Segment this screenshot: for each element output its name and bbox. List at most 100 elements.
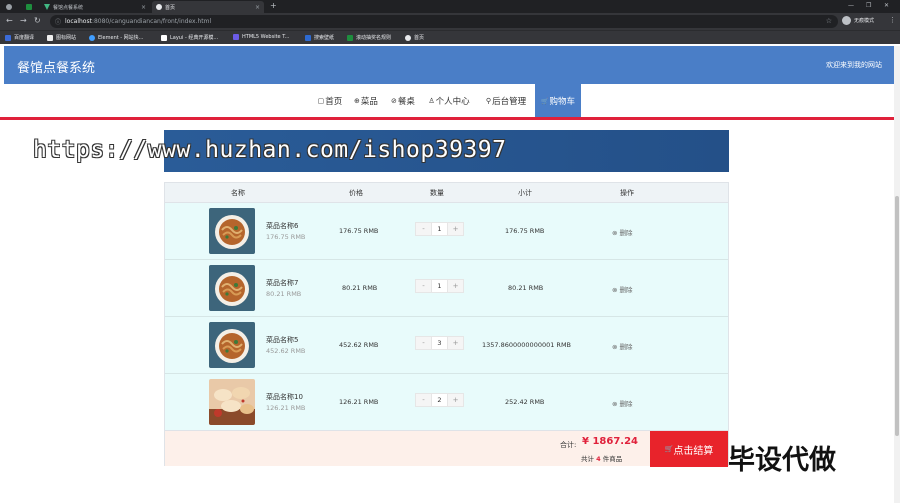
bookmark-item[interactable]: Element - 网站快... (89, 34, 143, 41)
cart-row: 菜品名称10 126.21 RMB 126.21 RMB - 2 + 252.4… (165, 374, 728, 431)
address-url[interactable]: localhost:8080/canguandiancan/front/inde… (65, 18, 211, 25)
quantity-input[interactable]: 2 (431, 394, 448, 406)
bookmark-label: 百度翻译 (14, 35, 35, 41)
globe-icon (156, 4, 162, 10)
bookmark-icon (5, 34, 11, 41)
bookmark-item[interactable]: 百度翻译 (5, 34, 34, 41)
checkout-button[interactable]: 🛒 点击结算 (650, 431, 728, 467)
nav-item-profile[interactable]: ♙ 个人中心 (424, 84, 474, 118)
browser-tab-strip: 餐馆点餐系统 × 首页 × + — ❐ ✕ (0, 0, 900, 13)
dish-name: 菜品名称10 (266, 393, 303, 401)
decrease-button[interactable]: - (416, 223, 431, 235)
quantity-stepper: - 1 + (415, 279, 464, 293)
quantity-input[interactable]: 1 (431, 280, 448, 292)
bookmark-item[interactable]: HTML5 Website T... (233, 34, 289, 40)
trash-icon: ⊗ (612, 229, 620, 237)
cart-row: 菜品名称7 80.21 RMB 80.21 RMB - 1 + 80.21 RM… (165, 260, 728, 317)
increase-button[interactable]: + (448, 337, 463, 349)
reload-icon[interactable]: ↻ (34, 16, 41, 25)
bookmark-item[interactable]: Layui - 经典开源模... (161, 34, 218, 41)
nav-item-cart[interactable]: 🛒 购物车 (535, 84, 581, 118)
scrollbar-thumb[interactable] (895, 196, 899, 436)
browser-menu-icon[interactable]: ⋮ (889, 16, 896, 24)
increase-button[interactable]: + (448, 280, 463, 292)
trash-icon: ⊗ (612, 400, 620, 408)
delete-button[interactable]: ⊗ 删除 (612, 398, 633, 408)
close-window-icon[interactable]: ✕ (884, 2, 889, 9)
total-value: ¥ 1867.24 (582, 436, 638, 447)
browser-tab[interactable]: 餐馆点餐系统 × (40, 1, 150, 13)
quantity-input[interactable]: 1 (431, 223, 448, 235)
profile-label: 无痕模式 (854, 18, 875, 24)
browser-tab-pinned-2[interactable] (22, 1, 36, 13)
profile-button[interactable]: 无痕模式 (842, 16, 874, 25)
forward-arrow-icon[interactable]: → (20, 16, 27, 25)
info-icon[interactable]: ⓘ (55, 17, 61, 26)
back-arrow-icon[interactable]: ← (6, 16, 13, 25)
cart-icon: 🛒 (664, 445, 674, 453)
column-header-qty: 数量 (430, 189, 444, 197)
page-scrollbar[interactable] (894, 46, 900, 503)
minimize-icon[interactable]: — (848, 2, 854, 9)
dish-unit-price: 126.21 RMB (266, 404, 306, 412)
delete-button[interactable]: ⊗ 删除 (612, 227, 633, 237)
bookmark-item[interactable]: 滚动抽奖名规则 (347, 34, 391, 41)
increase-button[interactable]: + (448, 394, 463, 406)
subtotal-cell: 252.42 RMB (505, 398, 545, 406)
bookmark-label: Layui - 经典开源模... (170, 35, 219, 41)
subtotal-cell: 1357.8600000000001 RMB (482, 341, 572, 349)
price-cell: 176.75 RMB (339, 227, 379, 235)
total-label: 合计: (560, 441, 577, 449)
cart-table: 名称 价格 数量 小计 操作 菜品名称6 176.75 RMB 176.75 R… (164, 182, 729, 467)
bookmark-star-icon[interactable]: ☆ (826, 17, 832, 25)
dish-icon: ⊕ (354, 97, 360, 105)
nav-item-admin[interactable]: ⚲ 后台管理 (480, 84, 532, 118)
browser-tab-active[interactable]: 首页 × (152, 1, 264, 13)
bookmark-item[interactable]: 图标网站 (47, 34, 76, 41)
restore-icon[interactable]: ❐ (866, 2, 871, 9)
globe-icon (6, 4, 12, 10)
column-header-action: 操作 (620, 189, 634, 197)
close-tab-icon[interactable]: × (255, 4, 260, 11)
site-title: 餐馆点餐系统 (17, 61, 96, 76)
site-header: 餐馆点餐系统 欢迎来到我的网站 (4, 46, 894, 84)
delete-button[interactable]: ⊗ 删除 (612, 341, 633, 351)
price-cell: 80.21 RMB (342, 284, 378, 292)
bookmark-label: Element - 网站快... (98, 35, 144, 41)
address-bar[interactable]: ⓘ localhost:8080/canguandiancan/front/in… (50, 15, 838, 28)
quantity-input[interactable]: 3 (431, 337, 448, 349)
cart-row: 菜品名称5 452.62 RMB 452.62 RMB - 3 + 1357.8… (165, 317, 728, 374)
nav-item-tables[interactable]: ⊘ 餐桌 (387, 84, 419, 118)
delete-button[interactable]: ⊗ 删除 (612, 284, 633, 294)
decrease-button[interactable]: - (416, 394, 431, 406)
column-header-price: 价格 (349, 189, 363, 197)
cart-row: 菜品名称6 176.75 RMB 176.75 RMB - 1 + 176.75… (165, 203, 728, 260)
app-icon (26, 4, 32, 10)
vue-icon (44, 4, 50, 10)
bookmark-item[interactable]: 搜索壁纸 (305, 34, 334, 41)
column-header-name: 名称 (231, 189, 245, 197)
dish-image (209, 322, 255, 368)
link-icon: ⚲ (485, 97, 492, 105)
bookmark-label: 首页 (414, 35, 425, 41)
bookmark-item[interactable]: 首页 (405, 34, 424, 41)
dish-image (209, 208, 255, 254)
bookmark-icon (161, 34, 167, 41)
quantity-stepper: - 2 + (415, 393, 464, 407)
cart-icon: 🛒 (541, 97, 549, 105)
close-tab-icon[interactable]: × (141, 4, 146, 11)
bookmark-icon (347, 34, 353, 41)
cart-table-header: 名称 价格 数量 小计 操作 (165, 183, 728, 203)
dish-name: 菜品名称6 (266, 222, 299, 230)
nav-item-home[interactable]: ▢ 首页 (315, 84, 345, 118)
bookmark-label: 图标网站 (56, 35, 77, 41)
increase-button[interactable]: + (448, 223, 463, 235)
decrease-button[interactable]: - (416, 337, 431, 349)
decrease-button[interactable]: - (416, 280, 431, 292)
browser-tab-pinned[interactable] (2, 1, 20, 13)
nav-item-dishes[interactable]: ⊕ 菜品 (351, 84, 381, 118)
new-tab-button[interactable]: + (270, 1, 277, 10)
browser-tab-title: 餐馆点餐系统 (53, 4, 84, 11)
main-nav: ▢ 首页 ⊕ 菜品 ⊘ 餐桌 ♙ 个人中心 ⚲ 后台管理 🛒 购物车 (4, 84, 894, 118)
watermark-text: 毕设代做 (728, 445, 836, 476)
